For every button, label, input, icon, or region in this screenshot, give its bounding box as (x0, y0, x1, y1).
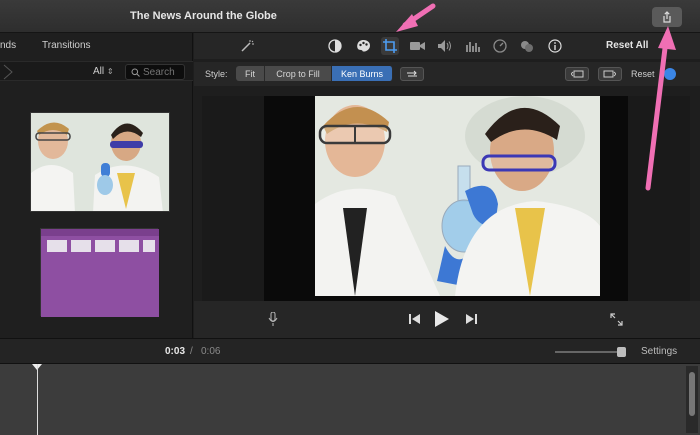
reset-button[interactable]: Reset (631, 69, 655, 79)
rotate-right-icon (603, 70, 616, 78)
purple-slide-image (41, 229, 159, 317)
timeline-zoom-knob[interactable] (617, 347, 626, 357)
skip-back-icon (408, 314, 420, 324)
style-label: Style: (205, 69, 228, 79)
equalizer-icon[interactable] (464, 37, 482, 55)
media-browser: nds Transitions All ⇕ (0, 33, 193, 371)
fullscreen-button[interactable] (608, 311, 624, 327)
rotate-right-button[interactable] (598, 67, 622, 81)
current-time: 0:03 (165, 346, 186, 357)
crop-icon[interactable] (381, 37, 399, 55)
color-palette-icon[interactable] (354, 37, 372, 55)
info-icon[interactable] (546, 37, 564, 55)
play-button[interactable] (432, 309, 452, 329)
skip-forward-button[interactable] (464, 312, 478, 326)
style-fit-button[interactable]: Fit (236, 66, 265, 81)
window-title: The News Around the Globe (130, 10, 277, 22)
time-separator: / (190, 346, 193, 357)
share-icon (663, 11, 671, 23)
timeline-zoom-slider[interactable] (555, 351, 625, 353)
style-crop-to-fill-button[interactable]: Crop to Fill (265, 66, 332, 81)
scientists-thumbnail-image (31, 113, 169, 211)
adjustments-toolbar: Reset All (194, 33, 700, 59)
timeline-header: 0:03 / 0:06 Settings (0, 338, 700, 364)
title-bar: The News Around the Globe (0, 0, 700, 33)
microphone-icon (268, 311, 278, 326)
tab-sounds[interactable]: nds (0, 40, 16, 51)
volume-icon[interactable] (436, 37, 454, 55)
playhead[interactable] (37, 364, 38, 435)
preview-frame[interactable] (315, 96, 600, 296)
search-icon (131, 68, 140, 77)
scientists-preview-image (315, 96, 600, 296)
swap-icon (407, 70, 417, 77)
timeline-scrollbar[interactable] (686, 366, 698, 433)
tab-transitions[interactable]: Transitions (42, 40, 91, 51)
apply-adjustment-button[interactable] (664, 68, 676, 80)
skip-forward-icon (465, 314, 477, 324)
preview-viewer (202, 96, 690, 301)
magic-wand-icon[interactable] (238, 37, 256, 55)
search-field[interactable] (125, 64, 185, 80)
settings-button[interactable]: Settings (641, 346, 677, 357)
skip-back-button[interactable] (407, 312, 421, 326)
rotate-left-button[interactable] (565, 67, 589, 81)
swap-start-end-button[interactable] (400, 67, 424, 81)
share-button[interactable] (652, 7, 682, 27)
style-ken-burns-button[interactable]: Ken Burns (332, 66, 393, 81)
chevron-left-icon[interactable] (2, 64, 14, 80)
filter-select[interactable]: All ⇕ (93, 66, 114, 77)
fullscreen-icon (609, 312, 623, 326)
color-balance-icon[interactable] (326, 37, 344, 55)
total-duration: 0:06 (201, 346, 221, 357)
voiceover-button[interactable] (266, 311, 280, 327)
reset-all-button[interactable]: Reset All (606, 40, 648, 51)
rotate-left-icon (571, 70, 584, 78)
playback-controls (194, 301, 700, 338)
updown-chevron-icon: ⇕ (106, 67, 114, 76)
scrollbar-thumb[interactable] (689, 372, 695, 416)
browser-tabs: nds Transitions (0, 33, 193, 57)
filter-select-value: All (93, 66, 105, 77)
play-icon (435, 311, 449, 327)
noise-reduction-icon[interactable] (518, 37, 536, 55)
clip-thumbnail-purple[interactable] (40, 228, 159, 317)
timeline-area[interactable] (0, 364, 700, 435)
browser-filter-bar: All ⇕ (0, 61, 193, 81)
crop-style-bar: Style: Fit Crop to Fill Ken Burns Reset (194, 62, 700, 86)
search-input[interactable] (143, 66, 183, 78)
speed-icon[interactable] (491, 37, 509, 55)
clip-thumbnail-scientists[interactable] (30, 112, 170, 212)
camera-icon[interactable] (408, 37, 426, 55)
